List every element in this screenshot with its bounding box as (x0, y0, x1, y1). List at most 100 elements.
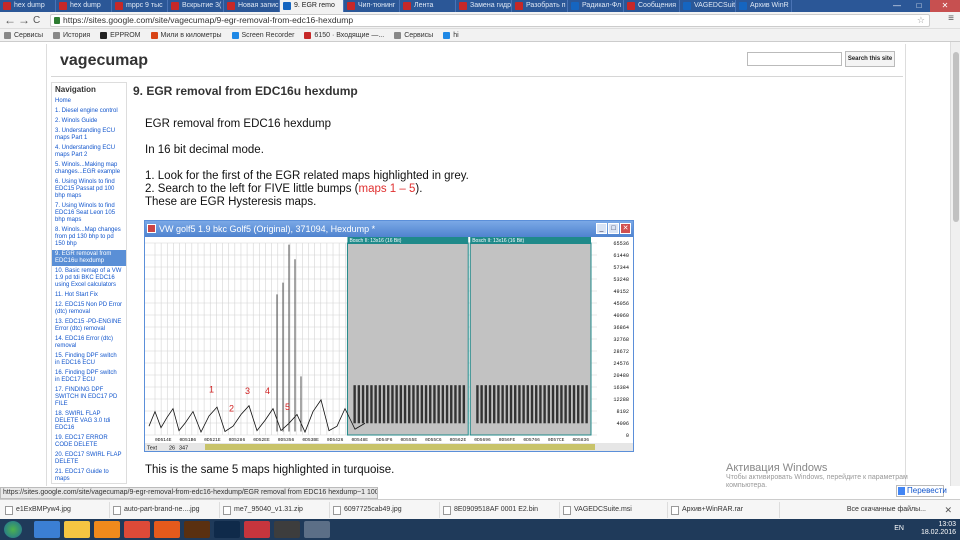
download-item[interactable]: Архив+WinRAR.rar (668, 502, 780, 518)
lightroom-icon[interactable] (274, 521, 300, 538)
sidebar-nav-item[interactable]: 15. Finding DPF switch in EDC16 ECU (52, 352, 126, 368)
browser-tab[interactable]: Сообщения (624, 0, 680, 12)
sidebar-nav-item[interactable]: 21. EDC17 Guide to maps (52, 468, 126, 483)
sidebar-nav-item[interactable]: 19. EDC17 ERROR CODE DELETE (52, 434, 126, 450)
bookmark-item[interactable]: Сервисы (4, 31, 43, 39)
site-title[interactable]: vagecumap (60, 52, 148, 70)
browser-tab[interactable]: VAGEDCSuit (680, 0, 736, 12)
hex-minimize-button: _ (596, 223, 607, 234)
bookmark-item[interactable]: История (53, 31, 90, 39)
page-scrollbar[interactable] (950, 42, 960, 486)
sidebar-nav-item[interactable]: 10. Basic remap of a VW 1.9 pd tdi BKC E… (52, 267, 126, 290)
x-tick-label: 0D51B6 (180, 437, 197, 443)
download-item[interactable]: 6097725cab49.jpg (330, 502, 440, 518)
chrome-icon[interactable] (124, 521, 150, 538)
ie-icon[interactable] (34, 521, 60, 538)
browser-tab[interactable]: Новая запис (224, 0, 280, 12)
y-tick-label: 28672 (613, 349, 629, 355)
map-data-bar (509, 385, 513, 424)
close-window-button[interactable]: ✕ (930, 0, 960, 12)
sidebar-nav-item[interactable]: 11. Hot Start Fix (52, 291, 126, 300)
hexdump-window-image[interactable]: VW golf5 1.9 bkc Golf5 (Original), 37109… (144, 220, 634, 452)
bookmark-item[interactable]: Мили в километры (150, 31, 222, 39)
acrobat-icon[interactable] (244, 521, 270, 538)
forward-button[interactable]: → (18, 14, 30, 27)
site-search-button[interactable]: Search this site (845, 51, 895, 67)
reload-button[interactable]: C (33, 14, 40, 27)
bookmark-item[interactable]: Screen Recorder (231, 31, 294, 39)
sidebar-nav-item[interactable]: 16. Finding DPF switch in EDC17 ECU (52, 369, 126, 385)
illustrator-icon[interactable] (184, 521, 210, 538)
media-icon[interactable] (94, 521, 120, 538)
sidebar-nav-item[interactable]: 6. Using Winols to find EDC15 Passat pd … (52, 178, 126, 201)
sidebar-nav-item[interactable]: 12. EDC15 Non PD Error (dtc) removal (52, 301, 126, 317)
bookmark-label: Сервисы (404, 31, 434, 39)
x-tick-label: 0D514E (155, 437, 172, 443)
sidebar-nav-item[interactable]: Home (52, 97, 126, 106)
start-button[interactable] (4, 521, 22, 538)
download-item[interactable]: me7_95040_v1.31.zip (220, 502, 330, 518)
map-data-bar (424, 385, 428, 424)
tab-favicon-icon (227, 2, 235, 10)
bookmark-item[interactable]: 6150 · Входящие —... (304, 31, 384, 39)
browser-tab[interactable]: Вскрытие 3( (168, 0, 224, 12)
sidebar-nav-item[interactable]: 20. EDC17 SWIRL FLAP DELETE (52, 451, 126, 467)
download-item[interactable]: VAGEDCSuite.msi (560, 502, 668, 518)
sidebar-nav-item[interactable]: 9. EGR removal from EDC16u hexdump (52, 250, 126, 266)
winols-icon[interactable] (304, 521, 330, 538)
sidebar-nav-item[interactable]: 17. FINDING DPF SWITCH IN EDC17 PD FILE (52, 386, 126, 409)
download-item[interactable]: 8E0909518AF 0001 E2.bin (440, 502, 560, 518)
browser-tab[interactable]: Архив WinR (736, 0, 792, 12)
sidebar-nav-item[interactable]: 2. Winols Guide (52, 117, 126, 126)
map-data-bar (518, 385, 521, 424)
sidebar-nav-item[interactable]: 1. Diesel engine control (52, 107, 126, 116)
sidebar-nav-item[interactable]: 18. SWIRL FLAP DELETE VAG 3.0 tdi EDC16 (52, 410, 126, 433)
language-indicator[interactable]: EN (894, 525, 904, 532)
sidebar-nav-item[interactable]: 13. EDC15 -PD-ENGINE Error (dtc) removal (52, 318, 126, 334)
scrollbar-thumb[interactable] (953, 52, 959, 222)
browser-tab[interactable]: Чип-тюнинг (344, 0, 400, 12)
browser-tab[interactable]: hex dump (0, 0, 56, 12)
sidebar-nav-item[interactable]: 5. Winols...Making map changes...EGR exa… (52, 161, 126, 177)
translate-button[interactable]: Перевести (896, 485, 947, 497)
browser-tab[interactable]: Лента (400, 0, 456, 12)
minimize-window-button[interactable]: — (886, 0, 908, 12)
system-tray[interactable]: 13:03 18.02.2016 (921, 521, 956, 537)
browser-tab[interactable]: 9. EGR remo (280, 0, 344, 12)
sidebar-nav-item[interactable]: 14. EDC16 Error (dtc) removal (52, 335, 126, 351)
address-bar[interactable]: https://sites.google.com/site/vagecumap/… (50, 14, 930, 27)
clock-date: 18.02.2016 (920, 529, 956, 536)
firefox-icon[interactable] (154, 521, 180, 538)
tab-label: hex dump (70, 2, 101, 9)
star-icon[interactable]: ☆ (917, 15, 925, 26)
browser-tab[interactable]: Разобрать п (512, 0, 568, 12)
maximize-window-button[interactable]: □ (908, 0, 930, 12)
download-item[interactable]: auto-part-brand-ne....jpg (110, 502, 220, 518)
y-tick-label: 20480 (613, 373, 629, 379)
file-icon (671, 506, 679, 515)
sidebar-nav-item[interactable]: 4. Understanding ECU maps Part 2 (52, 144, 126, 160)
browser-tab[interactable]: Радикал-Фл (568, 0, 624, 12)
bookmark-item[interactable]: Сервисы (394, 31, 434, 39)
map-data-bar (429, 385, 432, 424)
map-data-bar (497, 385, 500, 424)
sidebar-nav-item[interactable]: 3. Understanding ECU maps Part 1 (52, 127, 126, 143)
explorer-icon[interactable] (64, 521, 90, 538)
browser-tab[interactable]: hex dump (56, 0, 112, 12)
menu-icon[interactable]: ≡ (948, 13, 954, 24)
map-data-bar (551, 385, 555, 424)
map-data-bar (526, 385, 530, 424)
browser-tab[interactable]: mppc 9 тыс (112, 0, 168, 12)
sidebar-nav-item[interactable]: 7. Using Winols to find EDC16 Seat Leon … (52, 202, 126, 225)
back-button[interactable]: ← (4, 14, 16, 27)
close-download-shelf[interactable]: ✕ (944, 502, 952, 518)
photoshop-icon[interactable] (214, 521, 240, 538)
bookmark-item[interactable]: EPPROM (100, 31, 141, 39)
download-item[interactable]: e1ExBMPyw4.jpg (2, 502, 110, 518)
browser-tab[interactable]: Замена гидр (456, 0, 512, 12)
map-data-bar (572, 385, 576, 424)
site-search-input[interactable] (747, 52, 842, 66)
bookmark-item[interactable]: hi (443, 31, 459, 39)
sidebar-nav-item[interactable]: 8. Winols...Map changes from pd 130 bhp … (52, 226, 126, 249)
show-all-downloads[interactable]: Все скачанные файлы... (847, 502, 926, 518)
